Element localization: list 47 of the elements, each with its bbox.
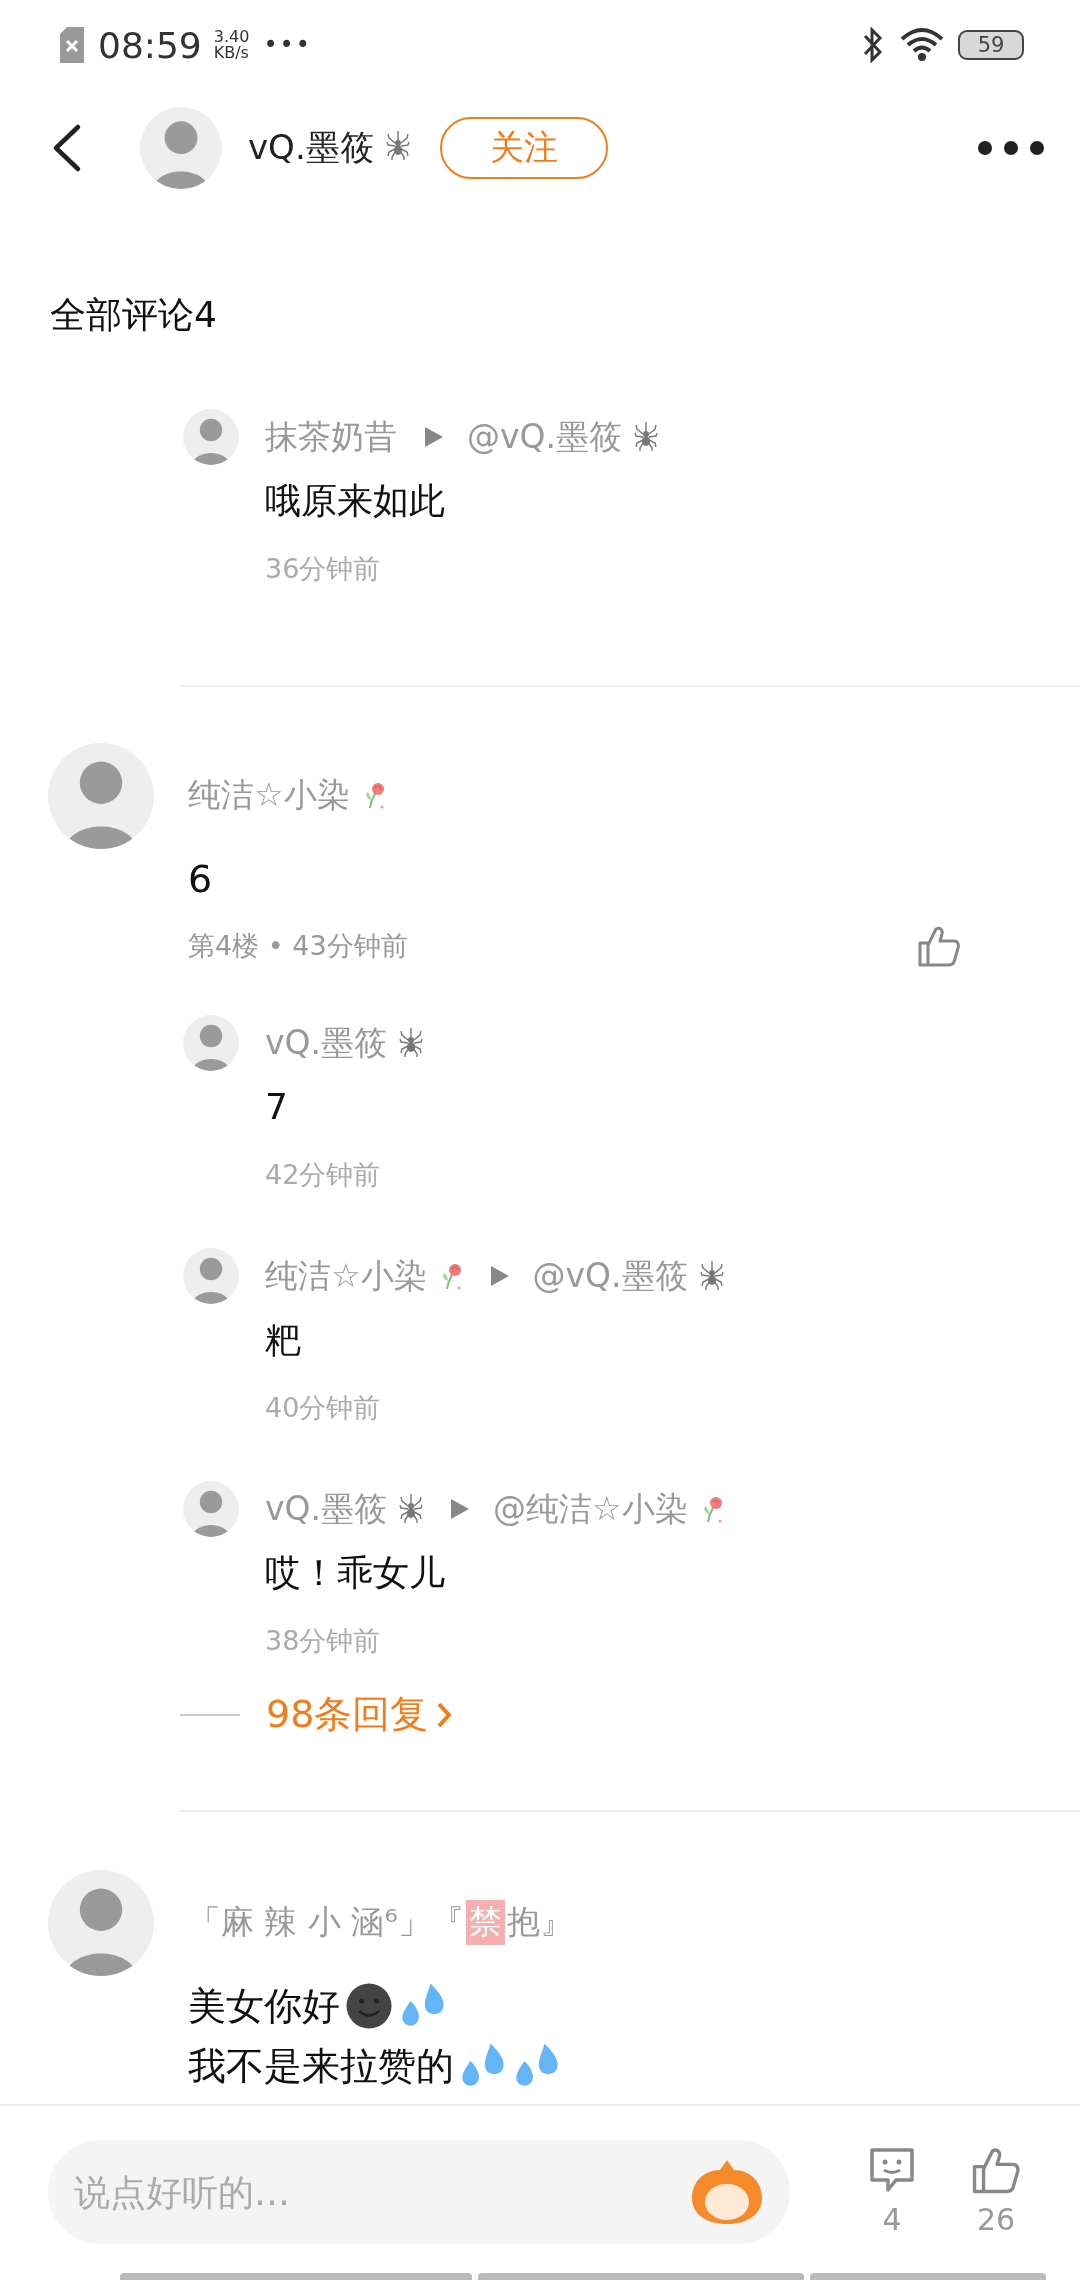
avatar[interactable] [183,1015,239,1071]
comment-text: 我不是来拉赞的 [188,2043,454,2090]
comment-text: 美女你好 [188,1983,340,2030]
clock: 08:59 [98,24,202,66]
wifi-icon [900,27,946,63]
like-count-button[interactable]: 26 [970,2144,1022,2237]
no-sim-icon [58,26,86,64]
timestamp: 36分钟前 [265,552,382,586]
comment-meta: 第4楼 • 43分钟前 [188,929,408,963]
more-replies-link[interactable]: 98条回复 [266,1689,453,1740]
timestamp: 40分钟前 [265,1391,382,1425]
timestamp: 38分钟前 [265,1624,382,1658]
comment-text: 7 [265,1085,288,1129]
comment-field[interactable]: 说点好听的… [48,2140,790,2244]
follow-button[interactable]: 关注 [439,116,608,179]
section-title: 全部评论4 [49,293,218,335]
play-arrow-icon [488,1264,511,1288]
username[interactable]: 纯洁☆小染 [265,1253,427,1299]
avatar[interactable] [183,1248,239,1304]
comment-text: 哎！乖女儿 [265,1551,445,1595]
comment-text: 哦原来如此 [265,479,445,523]
comment-count-button[interactable]: 4 [866,2144,918,2237]
comment-text: 粑 [265,1318,301,1362]
play-arrow-icon [423,425,445,449]
username-suffix: 抱』 [506,1900,573,1943]
username[interactable]: 「麻 辣 小 涵⁶」『 [188,1899,464,1945]
username[interactable]: @vQ.墨筱 [532,1253,688,1299]
avatar[interactable] [183,409,239,465]
tag-badge: 禁 [465,1899,505,1945]
username[interactable]: @纯洁☆小染 [493,1486,688,1532]
username[interactable]: 抹茶奶昔 [265,414,397,460]
profile-name[interactable]: vQ.墨筱 [248,124,374,171]
play-arrow-icon [449,1497,471,1521]
battery-indicator: 59 [958,30,1024,60]
notification-dots: ••• [263,31,312,59]
username[interactable]: vQ.墨筱 [265,1020,387,1066]
comment-input[interactable]: 说点好听的… [72,2170,688,2214]
comment-text: 6 [188,856,213,903]
timestamp: 42分钟前 [265,1158,382,1192]
username[interactable]: 纯洁☆小染 [188,772,350,818]
avatar[interactable] [183,1481,239,1537]
bluetooth-icon [862,27,884,63]
network-speed: 3.40 [213,29,250,45]
username[interactable]: @vQ.墨筱 [467,414,622,460]
speed-unit: KB/s [213,45,250,61]
chevron-right-icon [436,1700,453,1729]
username[interactable]: vQ.墨筱 [265,1486,387,1532]
